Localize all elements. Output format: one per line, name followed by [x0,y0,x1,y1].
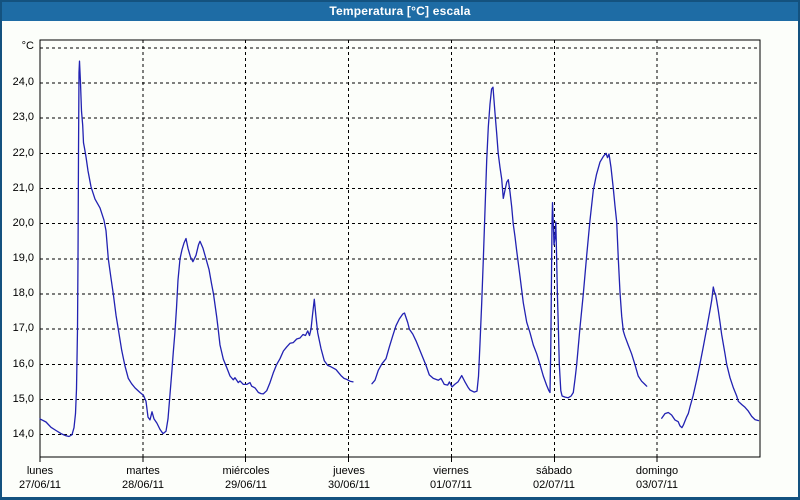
temperature-line [661,286,760,429]
date-label: 02/07/11 [532,479,575,491]
date-label: 28/06/11 [121,479,164,491]
weekday-label: martes [126,465,160,477]
y-axis-unit-label: °C [21,40,34,52]
window-title: Temperatura [°C] escala [329,3,471,18]
date-label: 03/07/11 [635,479,678,491]
date-label: 30/06/11 [327,479,370,491]
date-label: 27/06/11 [18,479,61,491]
y-axis-tick-label: 23,0 [12,111,34,123]
x-axis-day-label: lunes 27/06/11 [0,464,91,492]
y-axis-tick-label: 20,0 [12,217,34,229]
x-axis-day-label: martes 28/06/11 [92,464,194,492]
weekday-label: miércoles [222,465,270,477]
y-axis-tick-label: 14,0 [12,428,34,440]
temperature-line [39,60,354,438]
x-axis-day-label: viernes 01/07/11 [400,464,502,492]
y-axis-tick-label: 18,0 [12,287,34,299]
plot-svg [39,39,761,462]
y-axis-tick-label: 17,0 [12,322,34,334]
chart-window: Temperatura [°C] escala °C 24,0 23,0 22,… [0,0,800,500]
date-label: 01/07/11 [429,479,472,491]
axis-frame [39,39,761,458]
weekday-label: jueves [333,465,365,477]
x-axis-day-label: sábado 02/07/11 [503,464,605,492]
weekday-label: domingo [635,465,679,477]
title-bar: Temperatura [°C] escala [0,0,800,21]
y-axis-tick-label: 15,0 [12,393,34,405]
weekday-label: sábado [535,465,573,477]
y-axis-tick-label: 22,0 [12,147,34,159]
weekday-label: lunes [26,465,54,477]
y-axis-tick-label: 24,0 [12,76,34,88]
x-axis-day-label: jueves 30/06/11 [298,464,400,492]
y-axis-tick-label: 21,0 [12,182,34,194]
date-label: 29/06/11 [224,479,267,491]
weekday-label: viernes [433,465,469,477]
y-axis-tick-label: 16,0 [12,358,34,370]
y-axis-tick-label: 19,0 [12,252,34,264]
x-axis-day-label: domingo 03/07/11 [606,464,708,492]
temperature-line [371,86,648,399]
x-axis-day-label: miércoles 29/06/11 [195,464,297,492]
